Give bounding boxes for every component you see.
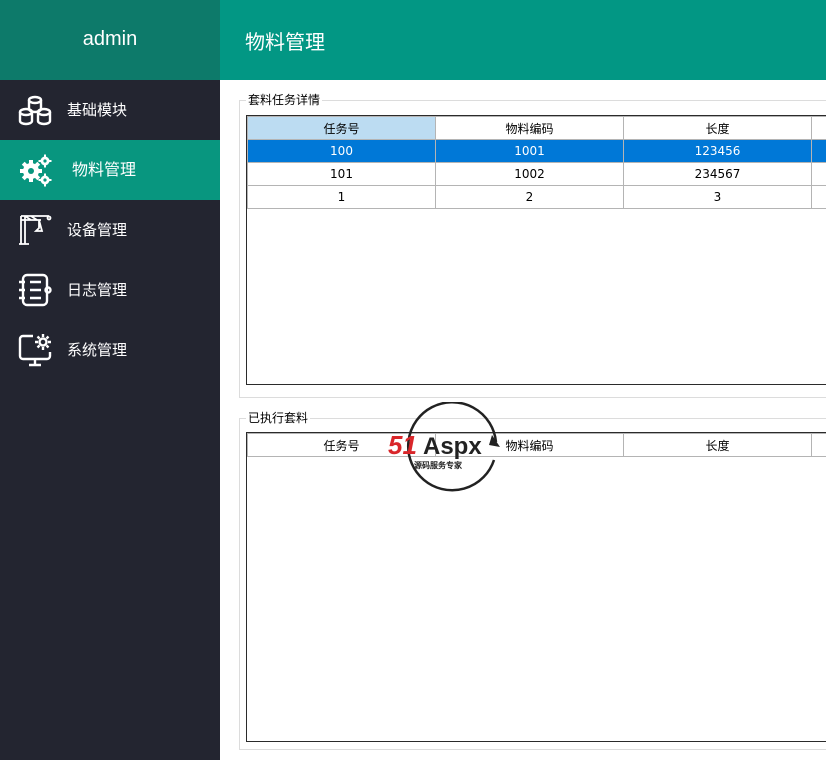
task-grid[interactable]: 任务号 物料编码 长度 100 1001 123456 101 1002 234… bbox=[246, 115, 826, 385]
table-cell[interactable]: 3 bbox=[623, 185, 812, 209]
table-cell[interactable]: 234567 bbox=[623, 162, 812, 186]
gears-icon bbox=[20, 154, 52, 187]
crane-icon bbox=[19, 215, 52, 245]
column-header[interactable]: 任务号 bbox=[247, 433, 436, 457]
header-bar: 物料管理 bbox=[220, 0, 826, 80]
table-cell[interactable] bbox=[811, 139, 826, 163]
executed-grid[interactable]: 任务号 物料编码 长度 bbox=[246, 432, 826, 742]
sidebar-item-system[interactable]: 系统管理 bbox=[0, 320, 220, 380]
sidebar-item-basic[interactable]: 基础模块 bbox=[0, 80, 220, 140]
column-header[interactable]: 物料编码 bbox=[435, 433, 624, 457]
column-header[interactable]: 长度 bbox=[623, 116, 812, 140]
sidebar-item-label: 物料管理 bbox=[72, 160, 137, 179]
sidebar-item-label: 日志管理 bbox=[67, 281, 128, 299]
monitor-settings-icon bbox=[18, 334, 52, 367]
table-cell[interactable] bbox=[811, 162, 826, 186]
sidebar-nav: 基础模块 物料管理 设备管理 日志管理 系统管理 bbox=[0, 80, 220, 380]
user-name: admin bbox=[0, 0, 220, 80]
sidebar-item-logs[interactable]: 日志管理 bbox=[0, 260, 220, 320]
table-row[interactable]: 100 1001 123456 bbox=[247, 139, 826, 163]
column-header[interactable]: 物料编码 bbox=[435, 116, 624, 140]
executed-table: 任务号 物料编码 长度 bbox=[247, 433, 826, 457]
table-cell[interactable]: 2 bbox=[435, 185, 624, 209]
sidebar-item-materials[interactable]: 物料管理 bbox=[0, 140, 220, 200]
sidebar-item-label: 基础模块 bbox=[67, 101, 128, 119]
table-row[interactable]: 101 1002 234567 bbox=[247, 162, 826, 186]
column-header[interactable] bbox=[811, 116, 826, 140]
table-cell[interactable]: 123456 bbox=[623, 139, 812, 163]
task-panel: 套料任务详情 任务号 物料编码 长度 100 1001 123456 101 1… bbox=[239, 92, 826, 398]
executed-panel: 已执行套料 任务号 物料编码 长度 bbox=[239, 410, 826, 750]
task-table: 任务号 物料编码 长度 100 1001 123456 101 1002 234… bbox=[247, 116, 826, 209]
task-panel-title: 套料任务详情 bbox=[246, 92, 323, 108]
sidebar-item-label: 系统管理 bbox=[67, 341, 128, 359]
column-header[interactable]: 长度 bbox=[623, 433, 812, 457]
sidebar: admin 基础模块 物料管理 设备管理 日志管理 系统管理 bbox=[0, 0, 220, 760]
column-header[interactable]: 任务号 bbox=[247, 116, 436, 140]
column-header[interactable] bbox=[811, 433, 826, 457]
table-cell[interactable]: 100 bbox=[247, 139, 436, 163]
page-title: 物料管理 bbox=[245, 30, 325, 54]
table-cell[interactable]: 1001 bbox=[435, 139, 624, 163]
database-icon bbox=[18, 95, 52, 126]
table-cell[interactable]: 1002 bbox=[435, 162, 624, 186]
executed-panel-title: 已执行套料 bbox=[246, 410, 311, 426]
sidebar-item-equipment[interactable]: 设备管理 bbox=[0, 200, 220, 260]
table-cell[interactable]: 1 bbox=[247, 185, 436, 209]
table-cell[interactable]: 101 bbox=[247, 162, 436, 186]
table-cell[interactable] bbox=[811, 185, 826, 209]
table-row[interactable]: 1 2 3 bbox=[247, 185, 826, 209]
notebook-icon bbox=[19, 273, 52, 307]
sidebar-item-label: 设备管理 bbox=[67, 221, 128, 239]
